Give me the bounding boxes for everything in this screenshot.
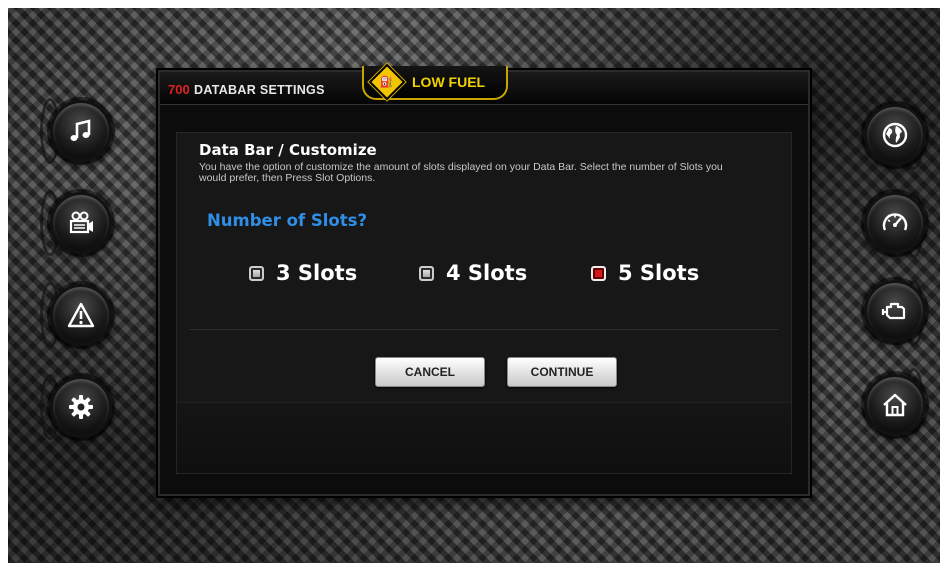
option-label: 4 Slots xyxy=(446,261,528,285)
home-button[interactable] xyxy=(864,374,926,436)
option-label: 3 Slots xyxy=(276,261,358,285)
low-fuel-alert[interactable]: ⛽ LOW FUEL xyxy=(362,63,508,101)
settings-panel: 700 DATABAR SETTINGS ⛽ LOW FUEL Data Bar… xyxy=(158,63,810,496)
option-3-slots[interactable]: 3 Slots xyxy=(249,261,357,285)
video-button[interactable] xyxy=(50,192,112,254)
bottom-strip xyxy=(177,402,791,473)
alert-diamond: ⛽ xyxy=(368,63,406,101)
customize-content: Data Bar / Customize You have the option… xyxy=(176,132,792,474)
settings-button[interactable] xyxy=(50,376,112,438)
gauges-button[interactable] xyxy=(864,192,926,254)
home-icon xyxy=(883,393,907,417)
engine-icon xyxy=(881,302,906,320)
warnings-button[interactable] xyxy=(50,284,112,346)
radio-3-slots[interactable] xyxy=(249,265,264,281)
video-camera-icon xyxy=(69,211,93,234)
continue-button[interactable]: CONTINUE xyxy=(507,357,617,387)
option-5-slots[interactable]: 5 Slots xyxy=(591,261,699,285)
engine-button[interactable] xyxy=(864,280,926,342)
warning-icon xyxy=(67,302,95,328)
option-label: 5 Slots xyxy=(618,261,700,285)
gear-icon xyxy=(69,395,93,419)
panel-header: 700 DATABAR SETTINGS ⛽ LOW FUEL xyxy=(160,63,808,105)
cancel-button[interactable]: CANCEL xyxy=(375,357,485,387)
page-number: 700 xyxy=(168,82,190,97)
option-4-slots[interactable]: 4 Slots xyxy=(419,261,527,285)
section-title: Data Bar / Customize xyxy=(199,141,377,159)
radio-5-slots[interactable] xyxy=(591,265,606,281)
alert-text: LOW FUEL xyxy=(412,74,486,90)
music-button[interactable] xyxy=(50,100,112,162)
fuel-pump-icon: ⛽ xyxy=(380,75,394,89)
divider xyxy=(189,329,779,330)
globe-icon xyxy=(882,122,908,148)
page-title: DATABAR SETTINGS xyxy=(194,83,325,97)
speedometer-icon xyxy=(882,213,908,231)
navigation-button[interactable] xyxy=(864,104,926,166)
section-description: You have the option of customize the amo… xyxy=(199,161,723,184)
slots-question: Number of Slots? xyxy=(207,211,368,230)
music-note-icon xyxy=(70,119,91,141)
radio-4-slots[interactable] xyxy=(419,265,434,281)
